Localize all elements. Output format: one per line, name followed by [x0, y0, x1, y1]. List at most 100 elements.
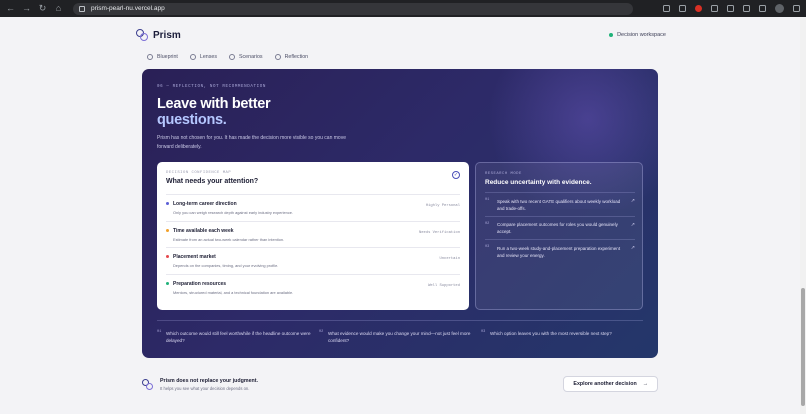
bookmark-star-icon[interactable] — [679, 5, 686, 12]
research-title: Reduce uncertainty with evidence. — [485, 179, 592, 186]
footer-heading: Prism does not replace your judgment. — [160, 377, 259, 384]
list-item[interactable]: Long-term career direction Only you can … — [166, 194, 460, 221]
tab-reflection[interactable]: Reflection — [274, 54, 309, 60]
app-header: Prism Decision workspace — [136, 26, 666, 44]
extensions-icon[interactable] — [711, 5, 718, 12]
attention-eyebrow: DECISION CONFIDENCE MAP — [166, 171, 232, 175]
workspace-indicator: Decision workspace — [609, 32, 666, 38]
section-eyebrow: 06 — REFLECTION, NOT RECOMMENDATION — [157, 85, 266, 89]
question-item: 02 What evidence would make you change y… — [319, 321, 481, 350]
explore-another-decision-button[interactable]: Explore another decision → — [563, 376, 658, 392]
site-info-icon[interactable] — [79, 5, 85, 12]
prism-logo-icon[interactable] — [136, 29, 148, 41]
install-app-icon[interactable] — [663, 5, 670, 12]
reflection-questions: 01 Which outcome would still feel worthw… — [157, 320, 643, 350]
item-tag: Highly Personal — [425, 204, 460, 208]
item-subtitle: Mentors, structured material, and a tech… — [173, 289, 294, 295]
workspace-label: Decision workspace — [617, 32, 666, 38]
attention-title: What needs your attention? — [166, 178, 259, 185]
section-tabs: Blueprint Lenses Scenarios Reflection — [147, 54, 308, 60]
item-number: 03 — [485, 245, 490, 249]
item-text: Run a two-week study-and-placement prepa… — [497, 245, 621, 258]
lightbulb-icon — [274, 54, 281, 60]
status-dot-icon — [166, 202, 169, 205]
menu-icon[interactable] — [793, 5, 800, 12]
tab-label: Blueprint — [157, 54, 178, 60]
hero-lead: Prism has not chosen for you. It has mad… — [157, 135, 346, 150]
research-item[interactable]: 01 Speak with two recent GATE qualifiers… — [485, 192, 635, 216]
external-link-icon[interactable]: ↗ — [631, 198, 635, 204]
status-dot-icon — [609, 33, 614, 37]
side-panel-icon[interactable] — [759, 5, 766, 12]
footer-text: Prism does not replace your judgment. It… — [160, 378, 258, 391]
arrow-right-icon: → — [642, 381, 648, 387]
page-footer: Prism does not replace your judgment. It… — [142, 373, 658, 395]
list-item[interactable]: Preparation resources Mentors, structure… — [166, 273, 460, 301]
item-subtitle: Depends on the companies, timing, and yo… — [173, 263, 279, 268]
brand-name[interactable]: Prism — [153, 30, 181, 41]
status-dot-icon — [166, 281, 169, 285]
scrollbar-thumb[interactable] — [801, 288, 805, 406]
lenses-icon — [189, 54, 196, 60]
tab-blueprint[interactable]: Blueprint — [147, 54, 178, 60]
address-bar[interactable]: prism-pearl-nu.vercel.app — [73, 2, 633, 15]
translate-icon[interactable] — [743, 5, 750, 12]
research-card: RESEARCH MODE Reduce uncertainty with ev… — [475, 162, 643, 310]
question-number: 01 — [157, 330, 162, 334]
question-item: 01 Which outcome would still feel worthw… — [157, 321, 319, 350]
back-icon[interactable]: ← — [6, 4, 15, 13]
list-item[interactable]: Time available each week Estimate from a… — [166, 220, 460, 248]
check-circle-icon: ✓ — [452, 171, 460, 179]
scenarios-icon — [229, 54, 235, 60]
research-list: 01 Speak with two recent GATE qualifiers… — [485, 192, 635, 263]
external-link-icon[interactable]: ↗ — [631, 222, 635, 228]
blueprint-icon — [147, 54, 153, 60]
hero-title: Leave with better — [157, 96, 271, 112]
status-dot-icon — [166, 228, 169, 232]
research-item[interactable]: 03 Run a two-week study-and-placement pr… — [485, 239, 635, 263]
item-subtitle: Only you can weigh research depth agains… — [173, 210, 294, 215]
profile-avatar[interactable] — [775, 4, 784, 13]
research-eyebrow: RESEARCH MODE — [485, 172, 522, 176]
prism-logo-icon — [142, 378, 153, 390]
footer-subtext: It helps you see what your decision depe… — [160, 385, 250, 391]
question-text: Which outcome would still feel worthwhil… — [166, 331, 311, 343]
reflection-panel: 06 — REFLECTION, NOT RECOMMENDATION Leav… — [142, 69, 658, 358]
attention-list: Long-term career direction Only you can … — [166, 194, 460, 300]
extension-record-icon[interactable] — [695, 5, 702, 12]
question-number: 02 — [319, 330, 324, 334]
item-number: 01 — [485, 198, 490, 202]
question-text: What evidence would make you change your… — [328, 331, 471, 343]
tab-label: Reflection — [284, 54, 309, 60]
item-subtitle: Estimate from an actual two-week calenda… — [173, 236, 285, 242]
item-tag: Well Supported — [428, 283, 460, 288]
status-dot-icon — [166, 255, 169, 258]
question-number: 03 — [481, 330, 486, 334]
address-url: prism-pearl-nu.vercel.app — [91, 5, 165, 12]
item-tag: Uncertain — [439, 257, 460, 261]
home-icon[interactable]: ⌂ — [54, 4, 63, 13]
research-item[interactable]: 02 Compare placement outcomes for roles … — [485, 215, 635, 240]
reload-icon[interactable]: ↻ — [38, 4, 47, 13]
item-text: Compare placement outcomes for roles you… — [497, 222, 618, 234]
item-title: Preparation resources — [173, 280, 227, 287]
button-label: Explore another decision — [573, 381, 637, 387]
tab-label: Lenses — [199, 54, 217, 60]
browser-toolbar: ← → ↻ ⌂ prism-pearl-nu.vercel.app — [0, 0, 806, 17]
item-number: 02 — [485, 221, 490, 226]
item-title: Placement market — [173, 254, 216, 260]
list-item[interactable]: Placement market Depends on the companie… — [166, 247, 460, 274]
hero-title-accent: questions. — [157, 112, 227, 128]
question-item: 03 Which option leaves you with the most… — [481, 321, 643, 350]
forward-icon[interactable]: → — [22, 4, 31, 13]
print-icon[interactable] — [727, 5, 734, 12]
item-title: Long-term career direction — [173, 201, 237, 207]
tab-scenarios[interactable]: Scenarios — [229, 54, 263, 60]
question-text: Which option leaves you with the most re… — [490, 331, 612, 336]
attention-card: DECISION CONFIDENCE MAP What needs your … — [157, 162, 469, 310]
item-text: Speak with two recent GATE qualifiers ab… — [497, 198, 621, 211]
item-tag: Needs Verification — [418, 230, 460, 235]
item-title: Time available each week — [173, 227, 234, 234]
external-link-icon[interactable]: ↗ — [631, 245, 635, 251]
tab-lenses[interactable]: Lenses — [189, 54, 217, 60]
